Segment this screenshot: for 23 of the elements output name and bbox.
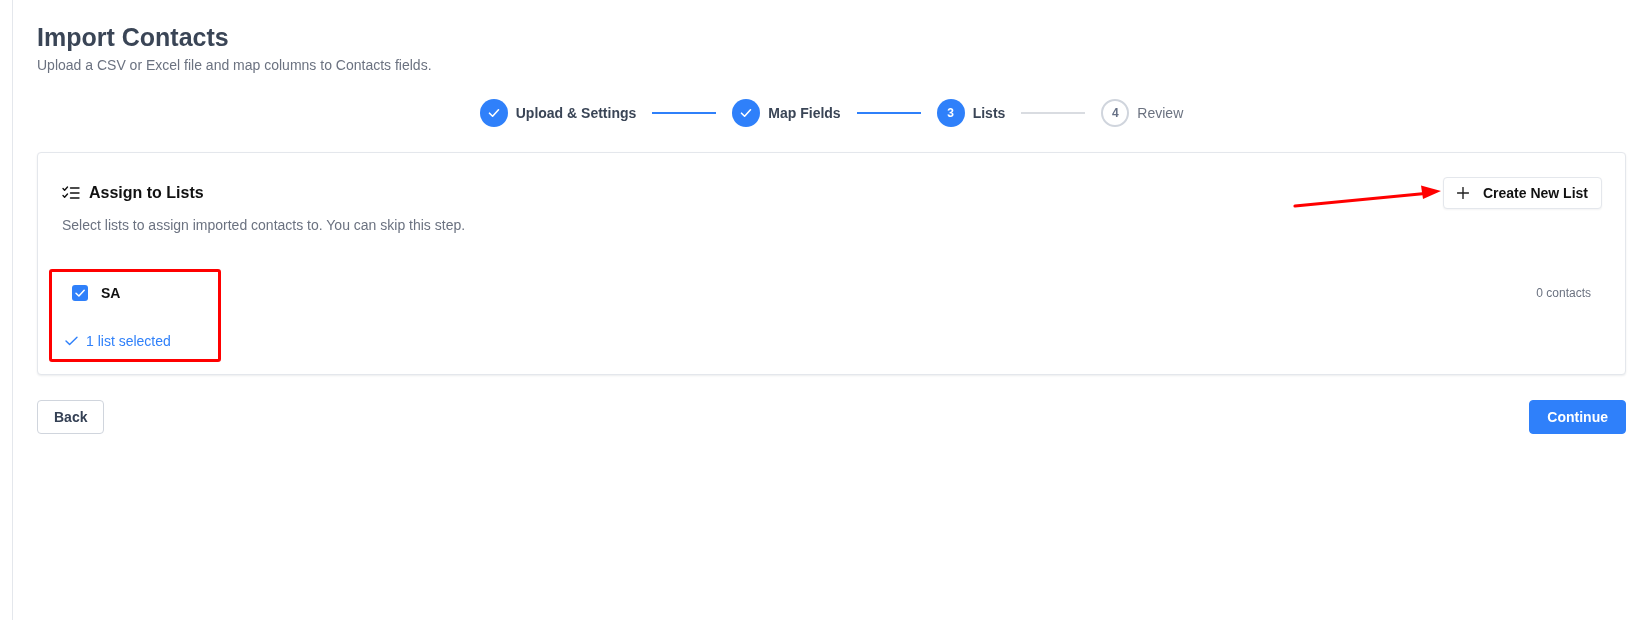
contact-count: 0 contacts [1536,286,1591,300]
step-connector [652,112,717,114]
step-number: 3 [936,99,965,127]
page-subtitle: Upload a CSV or Excel file and map columns to Contacts fields. [37,56,433,74]
step-connector [856,112,921,114]
step-label: Lists [972,105,1006,121]
step-label: Map Fields [768,105,841,121]
back-button[interactable]: Back [37,400,105,434]
list-checkbox[interactable] [72,285,88,301]
checklist-icon [62,186,80,200]
step-connector [1021,112,1086,114]
continue-button[interactable]: Continue [1529,400,1626,434]
step-label: Review [1137,105,1184,121]
plus-icon [1456,187,1469,199]
create-list-button[interactable]: Create New List [1442,177,1602,209]
check-icon [65,336,78,346]
step-number: 4 [1101,99,1130,127]
selection-summary: 1 list selected [86,332,171,350]
step-label: Upload & Settings [515,105,637,121]
card-title: Assign to Lists [89,184,204,202]
list-name: SA [101,285,121,301]
card-description: Select lists to assign imported contacts to. You can skip this step. [62,216,467,234]
page-title: Import Contacts [37,22,230,52]
